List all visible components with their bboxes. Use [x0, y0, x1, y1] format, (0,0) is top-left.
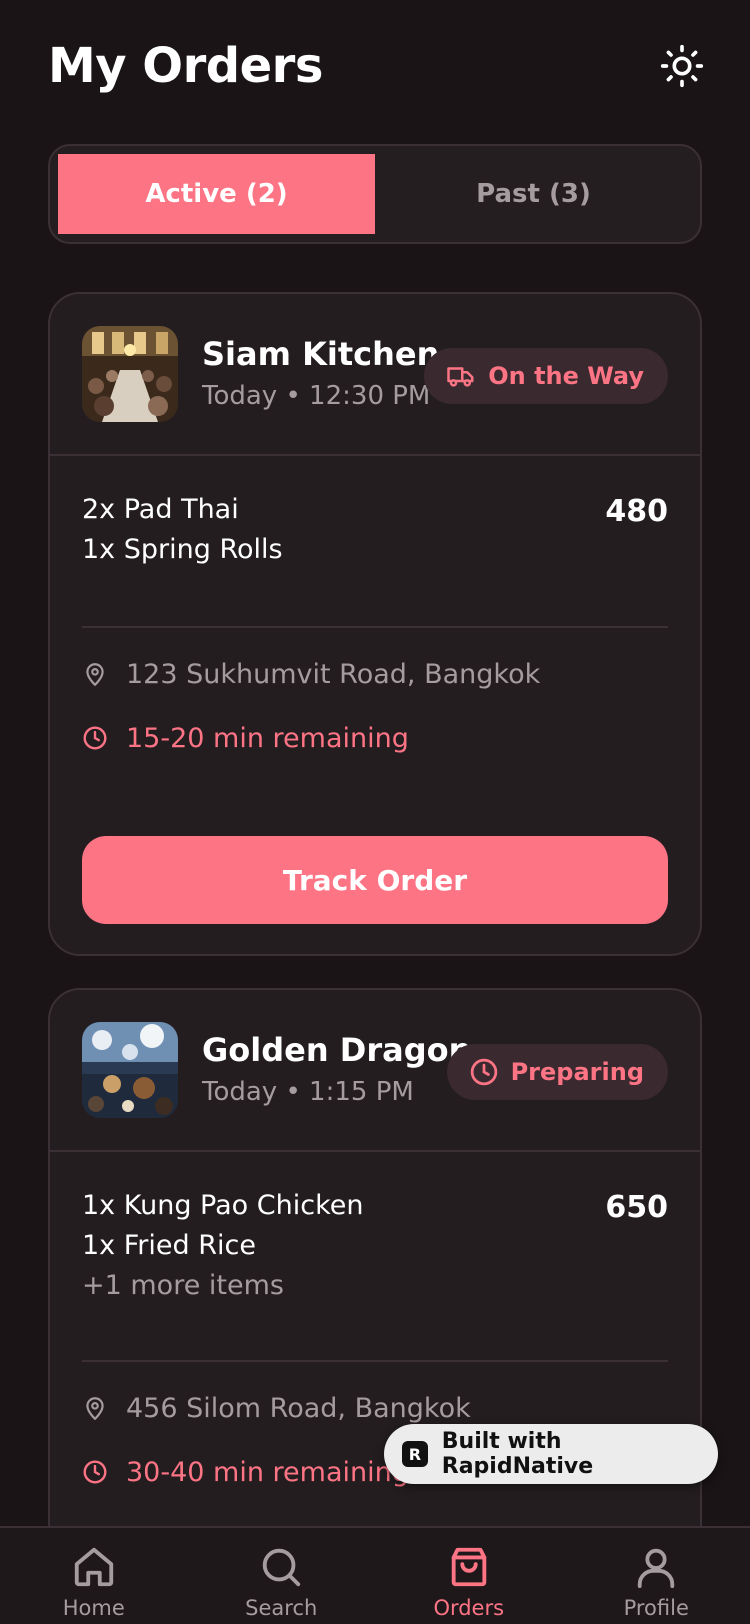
eta-text: 15-20 min remaining [126, 722, 409, 754]
restaurant-name: Siam Kitchen [202, 335, 440, 373]
map-pin-icon [82, 661, 108, 687]
eta-text: 30-40 min remaining [126, 1456, 409, 1488]
clock-icon [470, 1058, 497, 1086]
tab-active[interactable]: Active (2) [58, 154, 375, 234]
order-card-header: Siam Kitchen Today • 12:30 PM On the Way [50, 294, 700, 456]
nav-label: Home [62, 1596, 125, 1620]
track-order-button[interactable]: Track Order [82, 836, 668, 924]
page-title: My Orders [48, 38, 323, 94]
nav-item-search[interactable]: Search [188, 1528, 376, 1624]
user-icon [638, 1548, 675, 1589]
rapidnative-logo-icon: R [402, 1441, 428, 1467]
status-label: Preparing [510, 1058, 644, 1086]
nav-item-home[interactable]: Home [0, 1528, 188, 1624]
page-header: My Orders [48, 34, 704, 98]
order-card-header: Golden Dragon Today • 1:15 PM Preparing [50, 990, 700, 1152]
built-with-badge[interactable]: R Built with RapidNative [384, 1424, 718, 1484]
nav-item-profile[interactable]: Profile [563, 1528, 750, 1624]
home-icon [74, 1547, 113, 1587]
order-price: 650 [605, 1190, 668, 1225]
address-row: 456 Silom Road, Bangkok [82, 1388, 668, 1428]
sun-icon [660, 44, 704, 88]
delivery-address: 456 Silom Road, Bangkok [126, 1392, 471, 1424]
clock-icon [82, 1459, 108, 1485]
list-item: 1x Spring Rolls [82, 534, 283, 565]
order-items: 2x Pad Thai 1x Spring Rolls 480 [50, 456, 700, 626]
status-badge: Preparing [446, 1044, 668, 1100]
delivery-address: 123 Sukhumvit Road, Bangkok [126, 658, 541, 690]
built-with-label: Built with RapidNative [441, 1429, 594, 1479]
nav-label: Profile [623, 1596, 689, 1620]
search-icon [263, 1548, 301, 1587]
address-row: 123 Sukhumvit Road, Bangkok [82, 654, 668, 694]
status-badge: On the Way [424, 348, 668, 404]
order-items: 1x Kung Pao Chicken 1x Fried Rice +1 mor… [50, 1152, 700, 1360]
order-tabs: Active (2) Past (3) [48, 144, 702, 244]
more-items: +1 more items [82, 1270, 284, 1301]
nav-item-orders[interactable]: Orders [375, 1528, 563, 1624]
nav-label: Search [245, 1596, 318, 1620]
order-time: Today • 1:15 PM [202, 1077, 414, 1107]
list-item: 1x Fried Rice [82, 1230, 256, 1261]
map-pin-icon [82, 1395, 108, 1421]
bottom-navigation: Home Search Orders Profile [0, 1526, 750, 1624]
list-item: 1x Kung Pao Chicken [82, 1190, 364, 1221]
theme-toggle-button[interactable] [658, 42, 706, 90]
eta-row: 15-20 min remaining [82, 718, 668, 758]
order-card[interactable]: Siam Kitchen Today • 12:30 PM On the Way… [48, 292, 702, 956]
status-label: On the Way [488, 362, 644, 390]
order-info: 123 Sukhumvit Road, Bangkok 15-20 min re… [50, 628, 700, 758]
order-time: Today • 12:30 PM [202, 381, 431, 411]
clock-icon [82, 725, 108, 751]
nav-label: Orders [433, 1596, 505, 1620]
truck-icon [447, 367, 474, 387]
restaurant-thumbnail [82, 1022, 178, 1118]
tab-past[interactable]: Past (3) [375, 154, 692, 234]
restaurant-name: Golden Dragon [202, 1031, 472, 1069]
shopping-bag-icon [451, 1547, 486, 1587]
restaurant-thumbnail [82, 326, 178, 422]
order-price: 480 [605, 494, 668, 529]
list-item: 2x Pad Thai [82, 494, 239, 525]
